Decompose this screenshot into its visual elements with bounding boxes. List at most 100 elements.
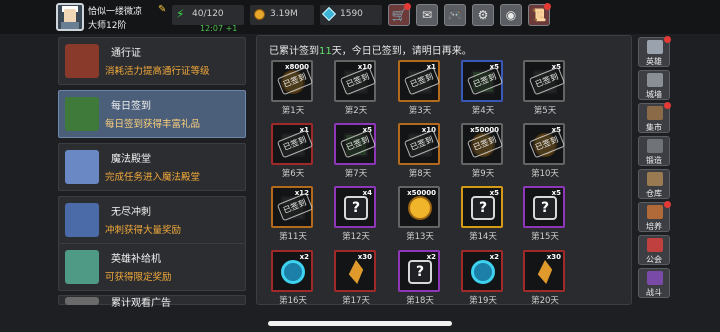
edit-name-icon[interactable]: ✎ <box>158 5 168 15</box>
sidebar-button-2[interactable]: 集市 <box>638 102 671 133</box>
menu-subtitle: 消耗活力提高通行证等级 <box>105 66 210 77</box>
menu-subtitle: 冲刺获得大量奖励 <box>105 225 182 236</box>
mystery-box-icon: ? <box>344 196 368 220</box>
signin-count: 11 <box>319 46 332 57</box>
reward-cell[interactable]: x10 已签到 第2天 <box>334 60 378 120</box>
machine-icon <box>65 250 99 284</box>
day-label: 第7天 <box>344 169 368 179</box>
reward-quantity: x4 <box>362 189 372 197</box>
notice-button[interactable]: 📜 <box>528 3 551 26</box>
day-label: 第16天 <box>279 296 307 305</box>
top-bar: 恰似一缕微凉 大师12阶 ✎ ⚡ 40/120 12:07 +1 3.19M 1… <box>0 0 720 34</box>
orb-icon <box>471 260 495 284</box>
training-icon <box>647 205 663 219</box>
menu-item-2[interactable]: 魔法殿堂完成任务进入魔法殿堂 <box>58 143 246 191</box>
sidebar-label: 锻造 <box>646 156 662 165</box>
reward-slot: x30 <box>334 250 376 292</box>
reward-cell[interactable]: x2 第19天 <box>461 250 505 305</box>
sidebar-button-6[interactable]: 公会 <box>638 235 670 265</box>
reward-slot: x5 已签到 <box>334 123 377 165</box>
battle-icon <box>647 271 663 285</box>
player-avatar[interactable] <box>56 3 84 31</box>
notification-dot <box>664 102 671 109</box>
spin-button[interactable]: ◉ <box>500 4 522 26</box>
menu-title: 累计观看广告 <box>111 298 171 309</box>
gamepad-button[interactable]: 🎮 <box>444 4 466 26</box>
sidebar-button-0[interactable]: 英雄 <box>638 36 671 67</box>
reward-cell[interactable]: ? x5 第14天 <box>461 186 505 246</box>
shop-button[interactable]: 🛒 <box>388 3 411 26</box>
sidebar-label: 培养 <box>646 222 662 231</box>
reward-cell[interactable]: ? x4 第12天 <box>334 186 378 246</box>
reward-slot: x5 已签到 <box>523 60 566 102</box>
day-label: 第18天 <box>406 296 434 305</box>
market-icon <box>647 106 663 120</box>
reward-cell[interactable]: x10 已签到 第8天 <box>398 123 442 183</box>
menu-item-1[interactable]: 每日签到 每日签到获得丰富礼品 <box>58 90 246 138</box>
mail-icon: ✉ <box>421 8 433 22</box>
reward-cell[interactable]: ? x2 第18天 <box>398 250 442 305</box>
reward-cell[interactable]: x30 第20天 <box>523 250 567 305</box>
menu-title: 魔法殿堂 <box>111 154 151 165</box>
sidebar-button-3[interactable]: 锻造 <box>638 136 670 166</box>
reward-cell[interactable]: x30 第17天 <box>334 250 378 305</box>
crystal-icon <box>537 260 553 284</box>
menu-item-4[interactable]: 英雄补给机 可获得限定奖励 <box>58 243 246 291</box>
signin-notice: 已累计签到11天，今日已签到，请明日再来。 <box>269 46 472 57</box>
reward-cell[interactable]: x5 已签到 第4天 <box>461 60 505 120</box>
daily-signin-panel: 已累计签到11天，今日已签到，请明日再来。 x8000 已签到 第1天 x10 已签到第… <box>256 35 632 305</box>
menu-item-3[interactable]: 无尽冲刺冲刺获得大量奖励 <box>58 196 246 244</box>
day-label: 第19天 <box>469 296 497 305</box>
anvil-icon <box>647 139 663 153</box>
wheel-icon: ◉ <box>505 8 517 22</box>
day-label: 第17天 <box>342 296 370 305</box>
reward-cell[interactable]: x2 第16天 <box>271 250 315 305</box>
menu-item-5[interactable]: 累计观看广告 <box>58 295 246 309</box>
reward-cell[interactable]: x5 已签到 第5天 <box>523 60 567 120</box>
menu-title: 无尽冲刺 <box>111 207 151 218</box>
reward-cell[interactable]: x5 已签到第7天 <box>334 123 378 183</box>
mail-button[interactable]: ✉ <box>416 4 438 26</box>
reward-cell[interactable]: x50000 第13天 <box>398 186 442 246</box>
day-label: 第20天 <box>531 296 559 305</box>
wall-icon <box>647 73 663 87</box>
sidebar-button-7[interactable]: 战斗 <box>638 268 670 298</box>
sidebar-label: 公会 <box>646 255 662 264</box>
energy-timer: 12:07 +1 <box>200 24 238 33</box>
hero-icon <box>647 40 663 54</box>
reward-cell[interactable]: x8000 已签到 第1天 <box>271 60 315 120</box>
reward-cell[interactable]: x1 已签到 第3天 <box>398 60 442 120</box>
sidebar-button-1[interactable]: 城墙 <box>638 70 670 100</box>
day-label: 第6天 <box>281 169 305 179</box>
reward-cell[interactable]: x50000 已签到 第9天 <box>461 123 505 183</box>
menu-item-0[interactable]: 通行证消耗活力提高通行证等级 <box>58 37 246 85</box>
sidebar-button-5[interactable]: 培养 <box>638 201 671 232</box>
reward-slot: x5 已签到 <box>461 60 504 102</box>
day-label: 第13天 <box>406 232 434 242</box>
reward-slot: x2 <box>271 250 313 292</box>
reward-slot: x5 已签到 <box>523 123 566 165</box>
reward-cell[interactable]: x5 已签到第10天 <box>523 123 567 183</box>
cart-icon: 🛒 <box>391 8 407 22</box>
reward-quantity: x2 <box>426 253 436 261</box>
reward-cell[interactable]: ? x5 第15天 <box>523 186 567 246</box>
reward-cell[interactable]: x12 已签到 第11天 <box>271 186 315 246</box>
gold-value: 3.19M <box>270 9 298 19</box>
reward-cell[interactable]: x1 已签到第6天 <box>271 123 315 183</box>
sidebar-label: 英雄 <box>646 57 662 66</box>
reward-slot: ? x2 <box>398 250 440 292</box>
day-label: 第1天 <box>281 106 305 116</box>
reward-slot: x1 已签到 <box>271 123 314 165</box>
mystery-box-icon: ? <box>408 260 432 284</box>
menu-subtitle: 完成任务进入魔法殿堂 <box>105 172 201 183</box>
menu-title: 通行证 <box>111 48 141 59</box>
gold-coin-icon <box>408 196 432 220</box>
sidebar-button-4[interactable]: 仓库 <box>638 169 670 199</box>
reward-slot: x10 已签到 <box>334 60 377 102</box>
knight-icon <box>65 203 99 237</box>
home-indicator[interactable] <box>268 321 452 326</box>
settings-button[interactable]: ⚙ <box>472 4 494 26</box>
day-label: 第10天 <box>531 169 559 179</box>
reward-slot: x1 已签到 <box>398 60 441 102</box>
notification-dot <box>544 3 551 10</box>
